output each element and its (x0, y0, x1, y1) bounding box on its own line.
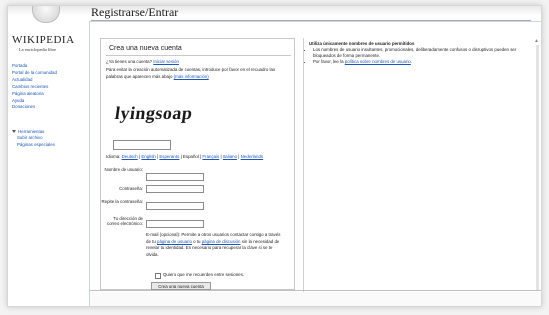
language-selector: Idioma: Deutsch | English | Esperanto | … (106, 154, 264, 159)
scrollbar[interactable] (536, 45, 539, 291)
page-title: Registrarse/Entrar (91, 5, 179, 19)
captcha-input[interactable] (113, 140, 171, 150)
user-page-link[interactable]: página de usuario (157, 239, 192, 244)
sidebar-item-portal[interactable]: Portal de la comunidad (12, 70, 57, 77)
create-account-form: Crea una nueva cuenta ¿Ya tienes una cue… (100, 38, 295, 290)
content-footer-strip (90, 292, 541, 306)
retype-password-input[interactable] (146, 202, 204, 210)
language-label: Idioma: (106, 154, 121, 159)
password-label: Contraseña: (119, 186, 143, 191)
username-policy-link[interactable]: política sobre nombres de usuario (345, 59, 411, 64)
browser-frame: WIKIPEDIA La enciclopedia libre Portada … (7, 5, 542, 307)
sidebar: WIKIPEDIA La enciclopedia libre Portada … (8, 6, 88, 306)
sidebar-item-portada[interactable]: Portada (12, 63, 57, 70)
wikipedia-tagline: La enciclopedia libre (19, 47, 57, 52)
email-note: E-mail (opcional): Permite a otros usuar… (146, 232, 284, 258)
username-input[interactable] (146, 173, 204, 181)
more-info-link[interactable]: (más información) (174, 74, 209, 79)
email-note-mid: o tu (191, 238, 202, 244)
create-account-button[interactable]: Crea una nueva cuenta (151, 282, 211, 290)
captcha-image: lyingsoap (113, 103, 195, 123)
sidebar-item-cambios[interactable]: Cambios recientes (12, 84, 57, 91)
remember-me-label: Quiero que me recuerden entre sesiones. (163, 272, 245, 277)
form-heading: Crea una nueva cuenta (109, 45, 182, 52)
rules-list: Los nombres de usuario insultantes, prom… (304, 47, 535, 66)
language-english[interactable]: English (141, 154, 155, 159)
password-input[interactable] (146, 185, 204, 193)
username-label: Nombre de usuario: (104, 167, 143, 172)
wikipedia-wordmark[interactable]: WIKIPEDIA (12, 34, 75, 46)
language-nederlands[interactable]: Nederlands (241, 154, 263, 159)
sidebar-item-donaciones[interactable]: Donaciones (12, 104, 57, 111)
sidebar-item-actualidad[interactable]: Actualidad (12, 77, 57, 84)
retype-password-label: Repite la contraseña: (101, 199, 144, 204)
sidebar-item-subir-archivo[interactable]: Subir archivo (12, 135, 55, 142)
rules-item-1: Los nombres de usuario insultantes, prom… (313, 47, 535, 59)
language-deutsch[interactable]: Deutsch (122, 154, 138, 159)
rules-item-2-suffix: . (410, 59, 413, 65)
sidebar-item-aleatoria[interactable]: Página aleatoria (12, 91, 57, 98)
language-espanol: Español (182, 154, 199, 159)
email-label: Tu dirección de correo electrónico: (106, 216, 143, 227)
language-esperanto[interactable]: Esperanto (159, 154, 179, 159)
rules-item-2: Por favor, lee la política sobre nombres… (313, 59, 535, 65)
login-link[interactable]: Iniciar sesión (153, 59, 179, 64)
rules-heading: Utiliza únicamente nombres de usuario pe… (309, 41, 415, 46)
content-area: ▲ Crea una nueva cuenta ¿Ya tienes una c… (89, 21, 541, 306)
sidebar-item-paginas-especiales[interactable]: Páginas especiales (12, 142, 55, 149)
sidebar-navigation: Portada Portal de la comunidad Actualida… (12, 63, 57, 111)
scroll-up-arrow-icon[interactable]: ▲ (534, 38, 539, 44)
tools-section: Herramientas Subir archivo Páginas espec… (12, 129, 55, 149)
email-input[interactable] (146, 220, 204, 228)
username-rules-panel: Utiliza únicamente nombres de usuario pe… (303, 38, 534, 292)
content-bottom-divider (90, 290, 541, 291)
wikipedia-globe-icon[interactable] (32, 6, 60, 23)
form-heading-divider (106, 55, 291, 56)
language-italiano[interactable]: Italiano (223, 154, 237, 159)
have-account-text: ¿Ya tienes una cuenta? (106, 59, 153, 64)
triangle-down-icon (12, 130, 16, 134)
remember-me-checkbox[interactable] (155, 273, 161, 279)
rules-item-2-prefix: Por favor, lee la (313, 59, 345, 65)
talk-page-link[interactable]: página de discusión (202, 239, 241, 244)
captcha-intro: Para evitar la creación automatizada de … (106, 67, 291, 80)
tools-label: Herramientas (18, 129, 45, 134)
language-francais[interactable]: Français (202, 154, 219, 159)
have-account-line: ¿Ya tienes una cuenta? Iniciar sesión (106, 59, 291, 66)
sidebar-item-ayuda[interactable]: Ayuda (12, 98, 57, 105)
